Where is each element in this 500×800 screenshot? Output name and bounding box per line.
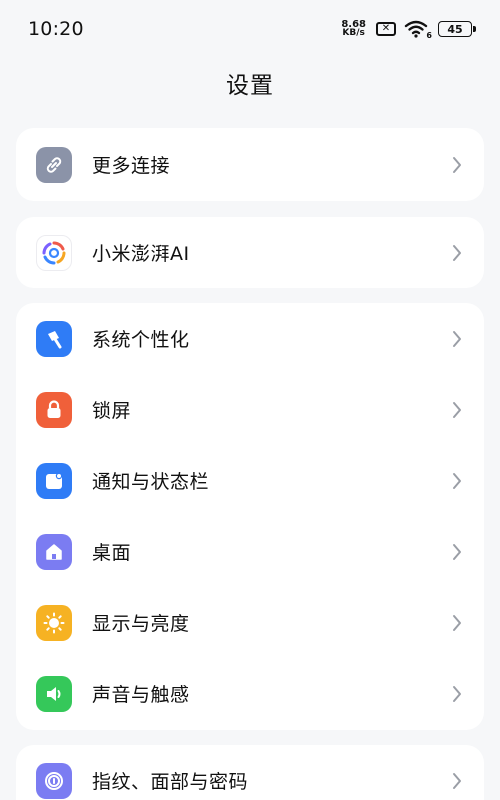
notification-icon — [36, 462, 72, 499]
settings-item-label: 系统个性化 — [92, 329, 190, 351]
settings-item-label: 显示与亮度 — [92, 613, 190, 635]
settings-group-connection: 更多连接 — [16, 128, 484, 201]
settings-item-sound[interactable]: 声音与触感 — [16, 658, 484, 729]
settings-item-personalization[interactable]: 系统个性化 — [16, 303, 484, 374]
chevron-right-icon — [452, 401, 462, 419]
network-speed-unit: KB/s — [342, 28, 365, 38]
settings-item-label: 声音与触感 — [92, 684, 190, 706]
wifi-icon: 6 — [404, 20, 432, 40]
sun-icon — [36, 604, 72, 641]
brush-icon — [36, 320, 72, 357]
status-bar: 10:20 8.68 KB/s ✕ 6 45 — [0, 0, 500, 58]
lock-icon — [36, 391, 72, 428]
chevron-right-icon — [452, 614, 462, 632]
settings-group-personalization: 系统个性化 锁屏 通知与状态栏 桌面 显示与亮度 声音与触感 — [16, 303, 484, 730]
settings-item-label: 更多连接 — [92, 155, 171, 177]
network-speed: 8.68 KB/s — [341, 20, 366, 38]
settings-item-label: 锁屏 — [92, 400, 132, 422]
settings-item-home-screen[interactable]: 桌面 — [16, 516, 484, 587]
settings-item-notifications[interactable]: 通知与状态栏 — [16, 445, 484, 516]
battery-icon: 45 — [438, 21, 476, 37]
no-sim-icon: ✕ — [376, 22, 396, 36]
settings-item-label: 桌面 — [92, 542, 132, 564]
chevron-right-icon — [452, 685, 462, 703]
settings-item-label: 通知与状态栏 — [92, 471, 210, 493]
settings-item-label: 指纹、面部与密码 — [92, 771, 249, 793]
link-icon — [36, 146, 72, 183]
settings-item-label: 小米澎湃AI — [92, 243, 190, 265]
settings-item-fingerprint-face-password[interactable]: 指纹、面部与密码 — [16, 745, 484, 800]
page-title: 设置 — [226, 73, 274, 99]
chevron-right-icon — [452, 543, 462, 561]
settings-screen: 10:20 8.68 KB/s ✕ 6 45 设置 更多连接 小米澎湃AI 系统… — [0, 0, 500, 800]
ai-swirl-icon — [36, 234, 72, 271]
settings-item-more-connections[interactable]: 更多连接 — [16, 128, 484, 201]
chevron-right-icon — [452, 472, 462, 490]
chevron-right-icon — [452, 772, 462, 790]
settings-item-display[interactable]: 显示与亮度 — [16, 587, 484, 658]
settings-item-xiaomi-ai[interactable]: 小米澎湃AI — [16, 217, 484, 288]
settings-group-security: 指纹、面部与密码 — [16, 745, 484, 800]
chevron-right-icon — [452, 156, 462, 174]
settings-group-ai: 小米澎湃AI — [16, 217, 484, 288]
settings-item-lock-screen[interactable]: 锁屏 — [16, 374, 484, 445]
home-icon — [36, 533, 72, 570]
battery-level: 45 — [447, 22, 463, 36]
status-icons: 8.68 KB/s ✕ 6 45 — [341, 20, 476, 40]
chevron-right-icon — [452, 330, 462, 348]
speaker-icon — [36, 675, 72, 712]
fingerprint-icon — [36, 762, 72, 799]
chevron-right-icon — [452, 244, 462, 262]
wifi-badge: 6 — [426, 31, 432, 40]
status-time: 10:20 — [28, 18, 84, 40]
